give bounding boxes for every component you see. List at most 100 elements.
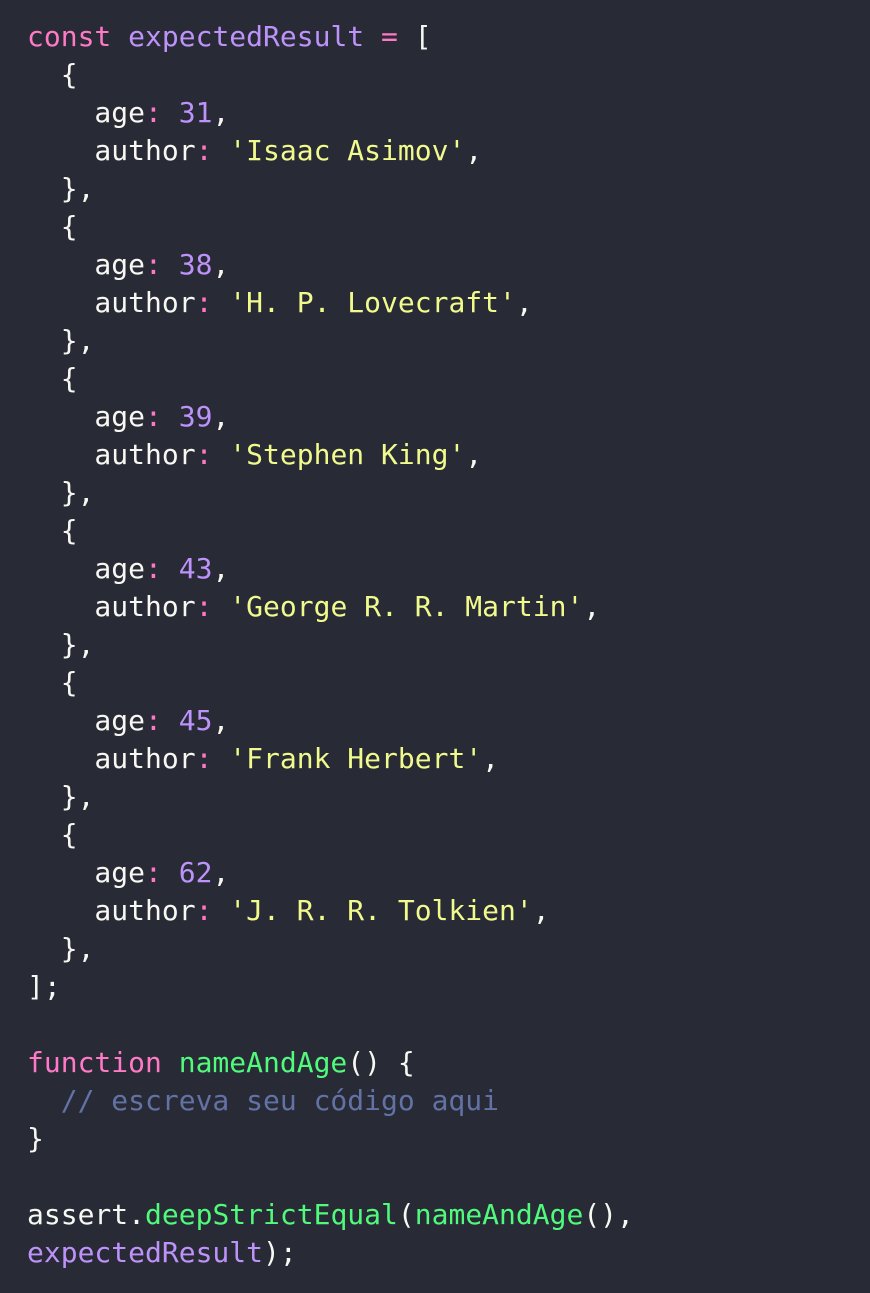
code-text: }, [27,932,95,965]
variable-token: expectedResult [27,1236,264,1269]
code-text: () { [347,1046,415,1079]
operator-token: : [145,704,162,737]
code-line: }, [27,778,870,816]
operator-token: : [195,742,213,775]
code-text: { [27,514,78,547]
code-text: , [212,400,230,433]
code-line: age: 45, [27,702,870,740]
code-text: { [27,362,78,395]
code-line: ]; [27,968,870,1006]
code-text: }, [27,628,95,661]
code-text: age [27,704,146,737]
string-token: 'George R. R. Martin' [229,590,584,623]
code-line: } [27,1120,870,1158]
code-text: , [583,590,601,623]
string-token: 'H. P. Lovecraft' [229,286,516,319]
operator-token: : [195,438,213,471]
variable-token: expectedResult [128,20,365,53]
operator-token: : [195,286,213,319]
code-line: age: 43, [27,550,870,588]
code-text: , [212,552,230,585]
code-line: age: 31, [27,94,870,132]
code-line: const expectedResult = [ [27,18,870,56]
code-text: , [212,96,230,129]
string-token: 'Frank Herbert' [229,742,483,775]
code-text: , [532,894,550,927]
code-text: ( [397,1198,415,1231]
code-text: author [27,286,196,319]
string-token: 'Stephen King' [229,438,466,471]
code-text: , [212,704,230,737]
operator-token: : [145,552,162,585]
code-line: age: 38, [27,246,870,284]
code-text: }, [27,780,95,813]
string-token: 'J. R. R. Tolkien' [229,894,533,927]
code-text: } [27,1122,44,1155]
code-text: ); [263,1236,297,1269]
code-text: age [27,96,146,129]
code-line: function nameAndAge() { [27,1044,870,1082]
code-line: }, [27,626,870,664]
keyword-token: function [27,1046,162,1079]
keyword-token: const [27,20,112,53]
code-text: age [27,552,146,585]
function-token: nameAndAge [414,1198,584,1231]
operator-token: : [145,96,162,129]
operator-token: : [195,590,213,623]
code-text: [ [397,20,432,53]
number-token: 39 [178,400,213,433]
function-token: nameAndAge [178,1046,348,1079]
code-line: author: 'J. R. R. Tolkien', [27,892,870,930]
code-line: { [27,512,870,550]
comment-token: // escreva seu código aqui [27,1084,500,1117]
number-token: 45 [178,704,213,737]
code-text: }, [27,324,95,357]
number-token: 31 [178,96,213,129]
code-line: }, [27,170,870,208]
code-line: age: 39, [27,398,870,436]
code-line: author: 'George R. R. Martin', [27,588,870,626]
number-token: 62 [178,856,213,889]
code-line: { [27,664,870,702]
code-line: }, [27,322,870,360]
code-line: }, [27,474,870,512]
code-text: { [27,818,78,851]
code-text: { [27,210,78,243]
code-text: author [27,134,196,167]
code-text: ]; [27,970,61,1003]
code-line: author: 'H. P. Lovecraft', [27,284,870,322]
code-line: { [27,56,870,94]
code-line: author: 'Frank Herbert', [27,740,870,778]
code-text: author [27,438,196,471]
operator-token: : [195,894,213,927]
code-text: age [27,400,146,433]
string-token: 'Isaac Asimov' [229,134,466,167]
code-text: { [27,58,78,91]
code-line: expectedResult); [27,1234,870,1272]
code-text: , [482,742,500,775]
code-text: assert. [27,1198,146,1231]
code-text: , [212,248,230,281]
code-text: author [27,894,196,927]
code-line: }, [27,930,870,968]
number-token: 43 [178,552,213,585]
code-text: }, [27,476,95,509]
number-token: 38 [178,248,213,281]
code-text: (), [583,1198,634,1231]
code-line: { [27,208,870,246]
code-line: author: 'Stephen King', [27,436,870,474]
function-token: deepStrictEqual [145,1198,398,1231]
code-editor[interactable]: const expectedResult = [ { age: 31, auth… [0,0,870,1293]
code-line: assert.deepStrictEqual(nameAndAge(), [27,1196,870,1234]
